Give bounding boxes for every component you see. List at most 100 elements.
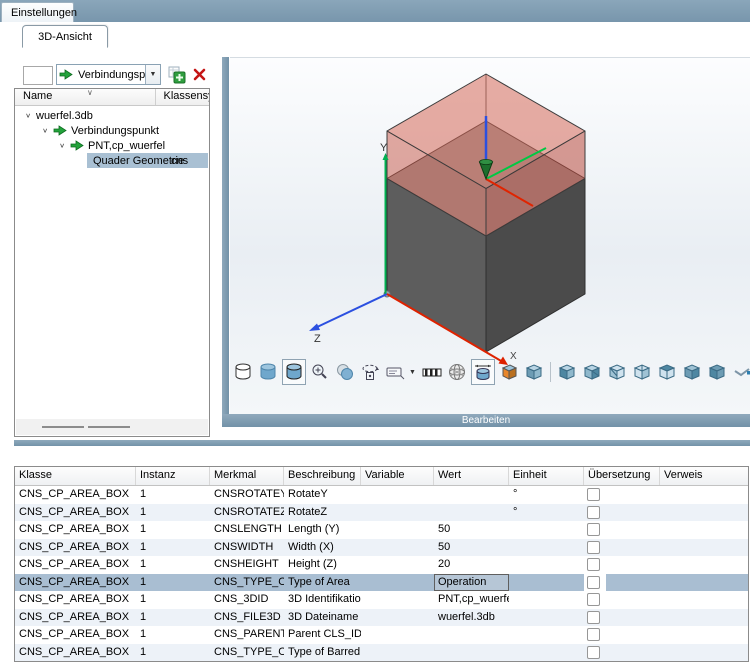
cell-merkmal[interactable]: CNSROTATEY [210, 486, 284, 504]
cell-einheit[interactable] [509, 539, 584, 557]
cell-verweis[interactable] [660, 504, 748, 522]
cell-wert[interactable]: PNT,cp_wuerfel [434, 591, 509, 609]
table-row[interactable]: CNS_CP_AREA_BOX 1 CNSLENGTH Length (Y) 5… [15, 521, 748, 539]
tree-item-pnt-cp-wuerfel[interactable]: ∨ PNT,cp_wuerfel [16, 138, 208, 153]
tab-einstellungen[interactable]: Einstellungen [1, 2, 74, 22]
cell-klasse[interactable]: CNS_CP_AREA_BOX [15, 539, 136, 557]
uebersetzung-checkbox[interactable] [587, 558, 600, 571]
cell-einheit[interactable]: ° [509, 486, 584, 504]
fit-dimension-icon[interactable] [471, 359, 495, 385]
uebersetzung-checkbox[interactable] [587, 506, 600, 519]
measure-label-icon[interactable] [384, 360, 406, 384]
cell-beschreibung[interactable]: RotateZ [284, 504, 361, 522]
cell-wert[interactable]: 50 [434, 521, 509, 539]
cell-merkmal[interactable]: CNS_FILE3D [210, 609, 284, 627]
cell-beschreibung[interactable]: Type of Barred ... [284, 644, 361, 662]
cell-einheit[interactable] [509, 591, 584, 609]
cell-instanz[interactable]: 1 [136, 609, 210, 627]
table-row[interactable]: CNS_CP_AREA_BOX 1 CNS_FILE3D 3D Dateinam… [15, 609, 748, 627]
cell-merkmal[interactable]: CNSWIDTH [210, 539, 284, 557]
edit-bar[interactable]: Bearbeiten [222, 414, 750, 427]
direction-check-icon[interactable] [731, 360, 750, 384]
cell-variable[interactable] [361, 539, 434, 557]
table-row[interactable]: CNS_CP_AREA_BOX 1 CNS_3DID 3D Identifika… [15, 591, 748, 609]
vertical-splitter[interactable] [222, 57, 229, 427]
cell-merkmal[interactable]: CNSLENGTH [210, 521, 284, 539]
cell-beschreibung[interactable]: 3D Identifikation [284, 591, 361, 609]
table-row[interactable]: CNS_CP_AREA_BOX 1 CNSROTATEZ RotateZ ° [15, 504, 748, 522]
cell-verweis[interactable] [660, 539, 748, 557]
cell-klasse[interactable]: CNS_CP_AREA_BOX [15, 556, 136, 574]
view-cube-2-icon[interactable] [581, 360, 603, 384]
view-cube-6-icon[interactable] [681, 360, 703, 384]
uebersetzung-checkbox[interactable] [587, 523, 600, 536]
cell-beschreibung[interactable]: RotateY [284, 486, 361, 504]
cell-einheit[interactable] [509, 556, 584, 574]
table-row[interactable]: CNS_CP_AREA_BOX 1 CNS_TYPE_OF_... Type o… [15, 574, 748, 592]
cell-klasse[interactable]: CNS_CP_AREA_BOX [15, 486, 136, 504]
cell-wert[interactable]: Operation [434, 574, 509, 592]
cell-klasse[interactable]: CNS_CP_AREA_BOX [15, 504, 136, 522]
delete-button[interactable] [190, 65, 208, 84]
add-button[interactable] [167, 65, 186, 84]
cell-klasse[interactable]: CNS_CP_AREA_BOX [15, 644, 136, 662]
connection-type-combobox[interactable]: Verbindungspunkt ▼ [56, 64, 161, 85]
tree-item-verbindungspunkt[interactable]: ∨ Verbindungspunkt [16, 123, 208, 138]
cell-verweis[interactable] [660, 591, 748, 609]
column-einheit[interactable]: Einheit [509, 467, 584, 485]
measure-label-dropdown-icon[interactable]: ▼ [409, 369, 418, 376]
cell-verweis[interactable] [660, 609, 748, 627]
view-cube-7-icon[interactable] [706, 360, 728, 384]
combobox-dropdown-button[interactable]: ▼ [145, 65, 160, 84]
cell-variable[interactable] [361, 591, 434, 609]
cell-einheit[interactable] [509, 574, 584, 592]
horizontal-splitter[interactable] [14, 440, 750, 446]
cell-beschreibung[interactable]: Type of Area [284, 574, 361, 592]
tab-3d-ansicht[interactable]: 3D-Ansicht [22, 25, 108, 48]
cell-variable[interactable] [361, 504, 434, 522]
shaded-cylinder-icon[interactable] [257, 360, 279, 384]
table-row[interactable]: CNS_CP_AREA_BOX 1 CNSHEIGHT Height (Z) 2… [15, 556, 748, 574]
expander-icon[interactable]: ∨ [56, 142, 68, 149]
cell-merkmal[interactable]: CNSROTATEZ [210, 504, 284, 522]
cell-merkmal[interactable]: CNS_TYPE_OF_... [210, 574, 284, 592]
cell-wert[interactable]: 50 [434, 539, 509, 557]
cell-klasse[interactable]: CNS_CP_AREA_BOX [15, 521, 136, 539]
cell-wert[interactable] [434, 486, 509, 504]
mesh-sphere-icon[interactable] [446, 360, 468, 384]
cell-instanz[interactable]: 1 [136, 521, 210, 539]
cell-instanz[interactable]: 1 [136, 574, 210, 592]
uebersetzung-checkbox[interactable] [587, 576, 600, 589]
cell-einheit[interactable] [509, 609, 584, 627]
wireframe-cylinder-icon[interactable] [232, 360, 254, 384]
expander-icon[interactable]: ∨ [39, 127, 51, 134]
table-row[interactable]: CNS_CP_AREA_BOX 1 CNS_PARENT_C... Parent… [15, 626, 748, 644]
cell-beschreibung[interactable]: Width (X) [284, 539, 361, 557]
cell-variable[interactable] [361, 521, 434, 539]
view-cube-5-icon[interactable] [656, 360, 678, 384]
cell-wert[interactable]: wuerfel.3db [434, 609, 509, 627]
ruler-icon[interactable] [421, 360, 443, 384]
column-merkmal[interactable]: Merkmal [210, 467, 284, 485]
cell-einheit[interactable] [509, 644, 584, 662]
cell-variable[interactable] [361, 626, 434, 644]
3d-viewport[interactable]: Y Z X ▼ [230, 57, 750, 414]
zoom-icon[interactable] [309, 360, 331, 384]
cell-klasse[interactable]: CNS_CP_AREA_BOX [15, 609, 136, 627]
cell-instanz[interactable]: 1 [136, 504, 210, 522]
expander-icon[interactable]: ∨ [22, 112, 34, 119]
uebersetzung-checkbox[interactable] [587, 628, 600, 641]
cell-wert[interactable] [434, 644, 509, 662]
view-cube-3-icon[interactable] [606, 360, 628, 384]
view-cube-1-icon[interactable] [556, 360, 578, 384]
tree-column-name[interactable]: Name ∨ [15, 89, 156, 105]
table-row[interactable]: CNS_CP_AREA_BOX 1 CNSWIDTH Width (X) 50 [15, 539, 748, 557]
column-beschreibung[interactable]: Beschreibung [284, 467, 361, 485]
cell-wert[interactable]: 20 [434, 556, 509, 574]
cell-einheit[interactable] [509, 626, 584, 644]
uebersetzung-checkbox[interactable] [587, 593, 600, 606]
cell-instanz[interactable]: 1 [136, 644, 210, 662]
view-cube-4-icon[interactable] [631, 360, 653, 384]
table-row[interactable]: CNS_CP_AREA_BOX 1 CNS_TYPE_OF_... Type o… [15, 644, 748, 662]
cell-klasse[interactable]: CNS_CP_AREA_BOX [15, 574, 136, 592]
